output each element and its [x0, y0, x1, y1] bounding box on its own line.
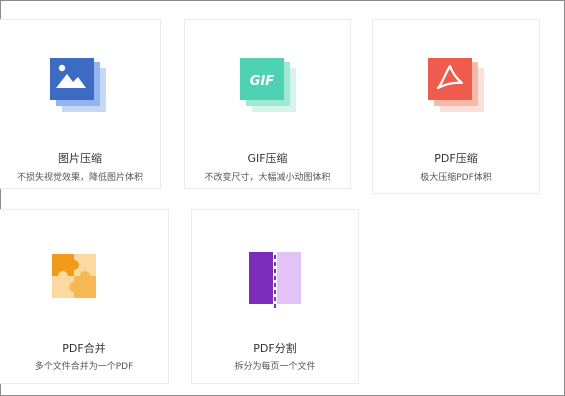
tool-card-pdf-merge[interactable]: PDF合并 多个文件合并为一个PDF	[0, 209, 169, 384]
pdf-merge-icon	[52, 254, 116, 318]
tool-card-image-compress[interactable]: 图片压缩 不损失视觉效果，降低图片体积	[0, 19, 161, 189]
pdf-split-icon	[243, 252, 307, 316]
tool-card-gif-compress[interactable]: GIF GIF压缩 不改变尺寸，大幅减小动图体积	[184, 19, 351, 189]
tool-title: PDF合并	[62, 342, 106, 355]
tool-title: PDF分割	[253, 342, 297, 355]
gif-glyph: GIF	[249, 74, 274, 89]
tool-description: 不改变尺寸，大幅减小动图体积	[204, 173, 331, 183]
tool-title: GIF压缩	[247, 152, 288, 165]
tool-title: 图片压缩	[58, 152, 102, 165]
tool-card-pdf-split[interactable]: PDF分割 拆分为每页一个文件	[191, 209, 359, 384]
image-compress-icon	[48, 58, 112, 122]
tool-description: 多个文件合并为一个PDF	[34, 362, 134, 372]
tool-description: 拆分为每页一个文件	[234, 362, 316, 372]
tool-grid: 图片压缩 不损失视觉效果，降低图片体积 GIF GIF压缩 不改变尺寸，大幅减小…	[0, 0, 565, 396]
tool-card-pdf-compress[interactable]: PDF压缩 极大压缩PDF体积	[372, 19, 540, 194]
tool-description: 不损失视觉效果，降低图片体积	[16, 173, 143, 183]
tool-title: PDF压缩	[434, 152, 478, 165]
gif-compress-icon: GIF	[236, 58, 300, 122]
tool-description: 极大压缩PDF体积	[420, 173, 492, 183]
pdf-compress-icon	[424, 58, 488, 122]
